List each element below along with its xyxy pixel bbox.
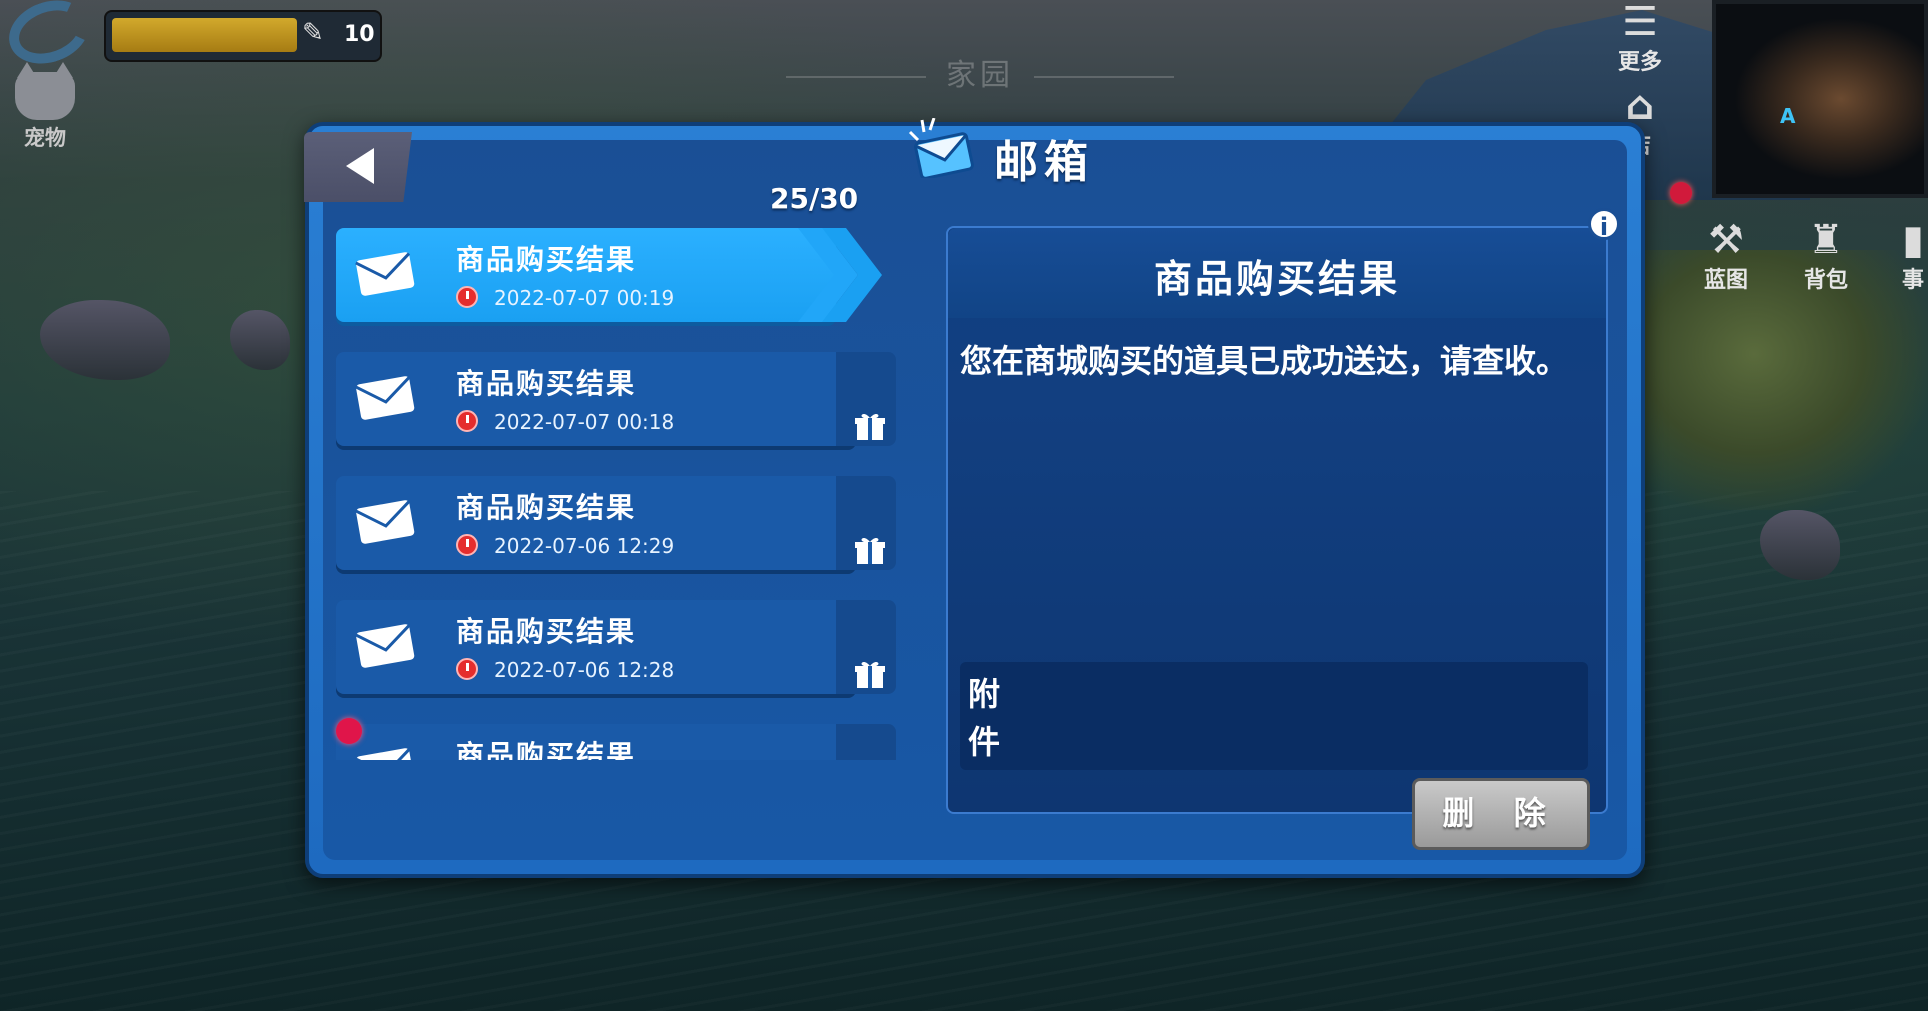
gift-icon [855,537,885,564]
mail-list-item[interactable]: 商品购买结果 2022-07-07 00:19 [336,228,896,326]
mail-item-time: 2022-07-07 00:18 [494,410,675,434]
backpack-icon: ♜ [1808,217,1844,263]
clock-icon [456,286,478,308]
backpack-button[interactable]: ♜ 背包 [1786,218,1866,294]
envelope-icon [355,252,415,296]
delete-button[interactable]: 删 除 [1412,778,1590,850]
mail-item-title: 商品购买结果 [456,243,637,276]
mail-detail-header: 商品购买结果 [948,228,1606,318]
background-rock [230,310,290,370]
mail-list-item[interactable]: 商品购买结果 2022-07-06 12:28 [336,600,896,698]
mail-item-title: 商品购买结果 [456,739,637,760]
mail-count: 25/30 [770,182,859,215]
more-button[interactable]: ☰ 更多 [1600,0,1680,76]
zone-title: 家园 [700,50,1260,94]
pet-button[interactable]: 宠物 [8,62,82,152]
energy-bar-fill [112,18,297,52]
backpack-label: 背包 [1803,268,1848,293]
events-icon: ▮ [1901,218,1924,263]
unread-indicator-dot [336,718,362,744]
zone-title-text: 家园 [946,58,1014,93]
mail-item-title: 商品购买结果 [456,367,637,400]
divider [786,75,926,78]
envelope-icon [355,500,415,544]
mail-item-title: 商品购买结果 [456,615,637,648]
mail-item-tab [836,724,896,760]
mail-item-time: 2022-07-06 12:28 [494,658,675,682]
more-label: 更多 [1617,50,1662,75]
minimap[interactable]: A [1712,0,1928,198]
background-island [1638,250,1928,510]
gift-icon [855,661,885,688]
mailbox-envelope-icon [908,118,974,178]
list-icon: ☰ [1622,0,1658,45]
envelope-icon [355,624,415,668]
cat-icon [15,62,75,120]
back-arrow-icon [346,148,374,184]
feather-icon: ✎ [302,18,324,48]
envelope-icon [355,376,415,420]
pet-label: 宠物 [24,126,66,150]
energy-bar: ✎ 10 [104,10,382,62]
attachment-label: 附件 [968,675,1001,761]
info-button[interactable]: i [1588,208,1620,241]
blueprint-label: 蓝图 [1703,268,1748,293]
mail-list-item[interactable]: 商品购买结果 2022-07-06 12:29 [336,476,896,574]
feather-count: 10 [344,22,375,47]
mail-list-item[interactable]: 商品购买结果 2022-07-07 00:18 [336,352,896,450]
mail-item-time: 2022-07-06 12:29 [494,534,675,558]
clock-icon [456,534,478,556]
attachment-area: 附件 [960,662,1588,770]
mail-list-item[interactable]: 商品购买结果 [336,724,896,760]
clock-icon [456,410,478,432]
hammer-icon: ⚒ [1708,217,1744,263]
envelope-icon [355,748,415,760]
divider [1034,75,1174,78]
events-button[interactable]: ▮ 事 [1898,218,1928,294]
background-rock [40,300,170,380]
mail-item-title: 商品购买结果 [456,491,637,524]
game-logo-icon[interactable] [0,0,98,75]
notification-dot [1670,182,1692,204]
gift-icon [855,413,885,440]
blueprint-button[interactable]: ⚒ 蓝图 [1686,218,1766,294]
mail-item-time: 2022-07-07 00:19 [494,286,675,310]
player-marker-icon: A [1780,104,1796,128]
mail-list[interactable]: 商品购买结果 2022-07-07 00:19 商品购买结果 2022-07-0… [336,228,896,760]
clock-icon [456,658,478,680]
mail-detail-body: 您在商城购买的道具已成功送达，请查收。 [960,342,1569,380]
mailbox-title: 邮箱 [994,137,1094,188]
mail-detail-title: 商品购买结果 [1153,257,1400,301]
events-label: 事 [1901,268,1924,293]
